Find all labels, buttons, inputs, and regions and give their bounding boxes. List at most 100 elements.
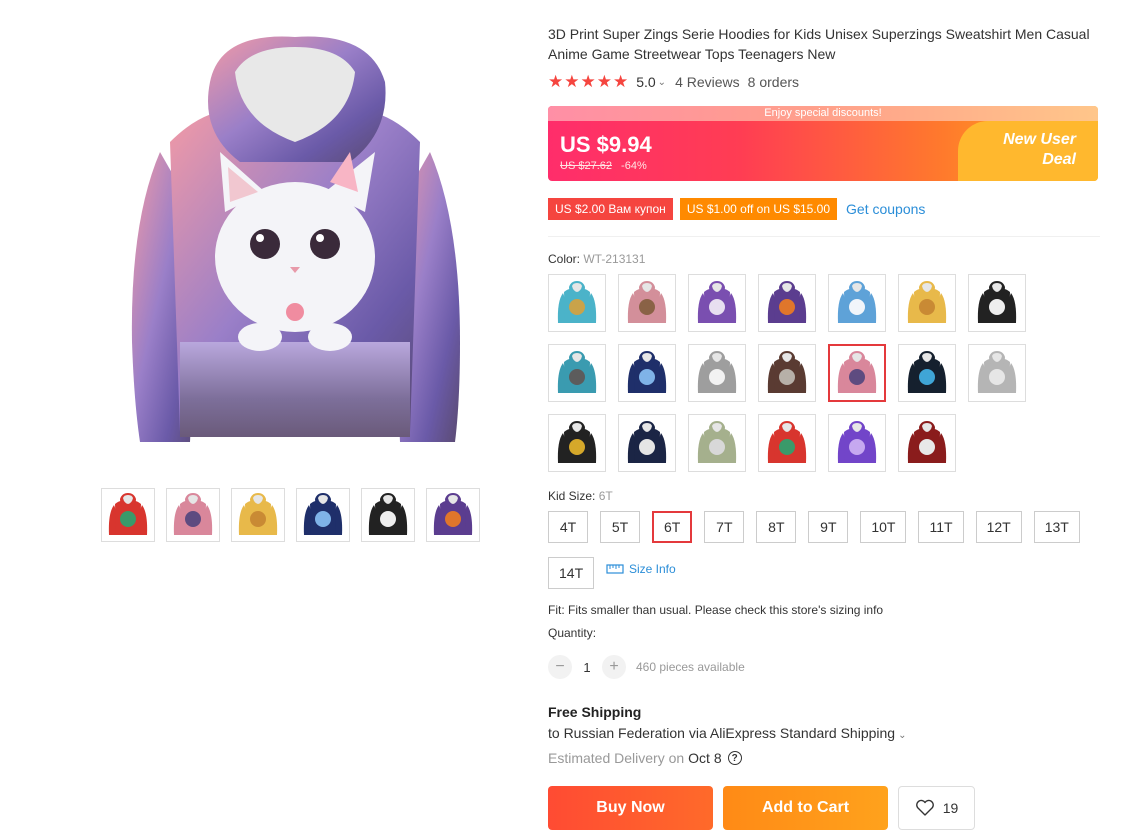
discount-percent: -64% (621, 160, 647, 172)
original-price: US $27.62 (560, 160, 612, 172)
orders-count: 8 orders (747, 74, 800, 90)
color-swatch[interactable] (828, 344, 886, 402)
current-price: US $9.94 (560, 132, 652, 157)
hoodie-green-grey-icon (697, 421, 737, 463)
color-swatch[interactable] (548, 274, 606, 332)
hoodie-purple-pumpkin-icon (433, 493, 473, 535)
size-option-4t[interactable]: 4T (548, 511, 588, 543)
color-swatch[interactable] (828, 414, 886, 472)
ruler-icon (606, 564, 624, 574)
size-option-10t[interactable]: 10T (860, 511, 907, 543)
coupon-select[interactable]: US $1.00 off on US $15.00 (679, 198, 838, 220)
rating-stars-icon: ★★★★★ (548, 72, 630, 91)
hoodie-navy-blue-icon (303, 493, 343, 535)
quantity-stepper: − 1 + 460 pieces available (548, 655, 745, 679)
hoodie-navy-blue-icon (627, 351, 667, 393)
hoodie-grey-white-icon (697, 351, 737, 393)
color-swatch[interactable] (688, 344, 746, 402)
color-swatch[interactable] (548, 414, 606, 472)
chevron-down-icon[interactable]: ⌄ (658, 77, 666, 88)
color-swatch[interactable] (758, 414, 816, 472)
thumbnail-strip (101, 488, 480, 542)
wishlist-button[interactable]: 19 (898, 786, 975, 830)
hoodie-yellow-cat-icon (907, 281, 947, 323)
hoodie-teal-yellow-icon (557, 281, 597, 323)
chevron-down-icon[interactable]: ⌄ (898, 730, 906, 741)
size-option-12t[interactable]: 12T (975, 511, 1022, 543)
quantity-label: Quantity: (548, 626, 597, 640)
wishlist-count: 19 (942, 800, 959, 816)
quantity-available: 460 pieces available (636, 660, 745, 674)
hoodie-black-blue-icon (907, 351, 947, 393)
hoodie-pink-purple-icon (837, 351, 877, 393)
size-option-6t[interactable]: 6T (652, 511, 693, 543)
get-coupons-link[interactable]: Get coupons (846, 201, 925, 217)
fit-note: Fit: Fits smaller than usual. Please che… (548, 603, 884, 617)
color-swatch[interactable] (898, 344, 956, 402)
hoodie-red-white-icon (907, 421, 947, 463)
color-swatch[interactable] (688, 274, 746, 332)
thumbnail-5[interactable] (361, 488, 415, 542)
color-swatch[interactable] (968, 344, 1026, 402)
thumbnail-1[interactable] (101, 488, 155, 542)
hoodie-purple-cat-icon (697, 281, 737, 323)
rating-value[interactable]: 5.0 (636, 74, 655, 90)
color-swatch[interactable] (758, 274, 816, 332)
thumbnail-6[interactable] (426, 488, 480, 542)
estimated-delivery: Estimated Delivery on Oct 8 ? (548, 750, 742, 766)
size-info-link[interactable]: Size Info (606, 562, 676, 576)
hoodie-navy-white-icon (627, 421, 667, 463)
size-option-14t[interactable]: 14T (548, 557, 595, 589)
quantity-increase-button[interactable]: + (602, 655, 626, 679)
quantity-decrease-button[interactable]: − (548, 655, 572, 679)
size-option-9t[interactable]: 9T (808, 511, 849, 543)
size-label: Kid Size: 6T (548, 489, 613, 503)
original-price-row: US $27.62 -64% (560, 160, 647, 172)
buy-now-button[interactable]: Buy Now (548, 786, 713, 830)
size-option-11t[interactable]: 11T (918, 511, 964, 543)
color-swatch[interactable] (898, 274, 956, 332)
coupon-store[interactable]: US $2.00 Вам купон (548, 198, 673, 220)
hoodie-brown-grey-icon (767, 351, 807, 393)
thumbnail-4[interactable] (296, 488, 350, 542)
divider (548, 236, 1100, 237)
color-swatch[interactable] (548, 344, 606, 402)
color-swatch[interactable] (618, 414, 676, 472)
hoodie-purple-pumpkin-icon (767, 281, 807, 323)
size-option-7t[interactable]: 7T (704, 511, 745, 543)
size-option-8t[interactable]: 8T (756, 511, 797, 543)
color-swatch[interactable] (618, 274, 676, 332)
selected-color-value: WT-213131 (583, 252, 646, 266)
hoodie-teal-grey-icon (557, 351, 597, 393)
help-icon[interactable]: ? (727, 751, 742, 765)
size-option-5t[interactable]: 5T (600, 511, 640, 543)
color-swatch[interactable] (688, 414, 746, 472)
price-banner: Enjoy special discounts! US $9.94 US $27… (548, 106, 1098, 181)
thumbnail-3[interactable] (231, 488, 285, 542)
hoodie-red-multi-icon (108, 493, 148, 535)
color-swatch[interactable] (968, 274, 1026, 332)
hoodie-grey-light-icon (977, 351, 1017, 393)
reviews-link[interactable]: 4 Reviews (675, 74, 740, 90)
promo-banner-text: Enjoy special discounts! (548, 106, 1098, 121)
selected-size-value: 6T (598, 489, 613, 503)
color-swatch[interactable] (758, 344, 816, 402)
color-swatch[interactable] (898, 414, 956, 472)
thumbnail-2[interactable] (166, 488, 220, 542)
size-option-13t[interactable]: 13T (1033, 511, 1080, 543)
product-title: 3D Print Super Zings Serie Hoodies for K… (548, 26, 1090, 62)
color-label: Color: WT-213131 (548, 252, 646, 266)
quantity-input[interactable]: 1 (572, 660, 602, 675)
shipping-method-selector[interactable]: to Russian Federation via AliExpress Sta… (548, 725, 906, 741)
hoodie-blue-white-icon (837, 281, 877, 323)
color-swatch[interactable] (618, 344, 676, 402)
color-swatch-grid (548, 274, 1038, 472)
coupon-row: US $2.00 Вам купон US $1.00 off on US $1… (548, 198, 925, 220)
add-to-cart-button[interactable]: Add to Cart (723, 786, 888, 830)
size-options: 4T 5T 6T 7T 8T 9T 10T 11T 12T 13T 14T (548, 511, 1108, 589)
main-product-image[interactable] (100, 22, 490, 462)
heart-icon (915, 799, 934, 816)
hoodie-violet-galaxy-icon (837, 421, 877, 463)
hoodie-black-gold-icon (557, 421, 597, 463)
color-swatch[interactable] (828, 274, 886, 332)
